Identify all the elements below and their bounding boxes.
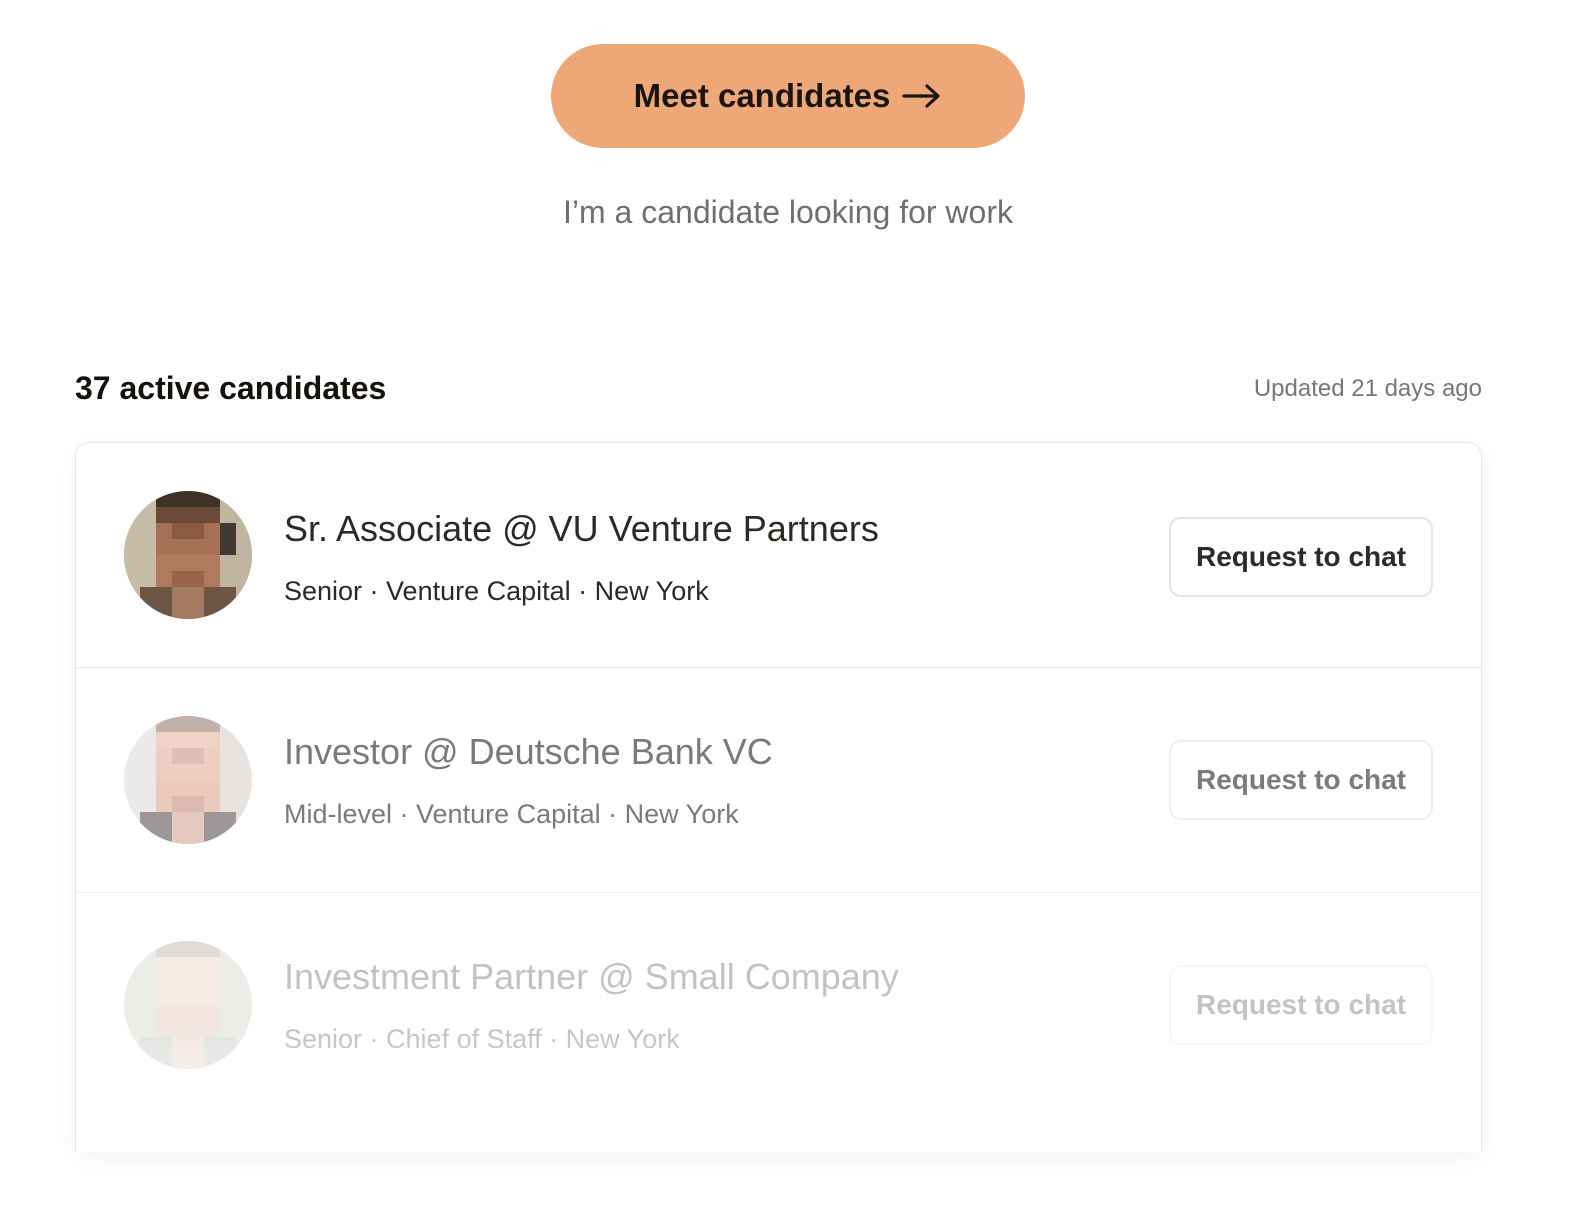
list-header: 37 active candidates Updated 21 days ago	[75, 370, 1482, 407]
request-to-chat-button[interactable]: Request to chat	[1169, 517, 1433, 597]
candidate-looking-for-work-link[interactable]: I’m a candidate looking for work	[563, 194, 1013, 231]
candidate-meta: Senior · Venture Capital · New York	[284, 575, 709, 606]
candidate-meta: Senior · Chief of Staff · New York	[284, 1023, 680, 1054]
candidate-row[interactable]: Investment Partner @ Small Company Senio…	[76, 893, 1481, 1118]
candidate-info: Investment Partner @ Small Company Senio…	[284, 956, 1169, 1055]
candidate-role: Sr. Associate @ VU Venture Partners	[284, 507, 879, 549]
request-to-chat-button[interactable]: Request to chat	[1169, 740, 1433, 820]
candidate-row[interactable]: Investor @ Deutsche Bank VC Mid-level · …	[76, 668, 1481, 893]
candidate-role: Investor @ Deutsche Bank VC	[284, 730, 773, 772]
meet-candidates-button[interactable]: Meet candidates	[551, 44, 1025, 148]
avatar	[124, 491, 252, 619]
active-candidates-count: 37 active candidates	[75, 370, 387, 406]
candidates-list: Sr. Associate @ VU Venture Partners Seni…	[75, 442, 1482, 1152]
candidate-info: Investor @ Deutsche Bank VC Mid-level · …	[284, 731, 1169, 830]
request-to-chat-button[interactable]: Request to chat	[1169, 965, 1433, 1045]
meet-candidates-label: Meet candidates	[633, 77, 891, 114]
hero: Meet candidates I’m a candidate looking …	[0, 0, 1576, 231]
candidate-info: Sr. Associate @ VU Venture Partners Seni…	[284, 508, 1169, 607]
arrow-right-icon	[902, 83, 942, 109]
candidate-row[interactable]: Sr. Associate @ VU Venture Partners Seni…	[76, 443, 1481, 668]
candidate-role: Investment Partner @ Small Company	[284, 955, 899, 997]
avatar	[124, 716, 252, 844]
updated-timestamp: Updated 21 days ago	[1253, 374, 1482, 402]
candidate-meta: Mid-level · Venture Capital · New York	[284, 798, 739, 829]
avatar	[124, 941, 252, 1069]
